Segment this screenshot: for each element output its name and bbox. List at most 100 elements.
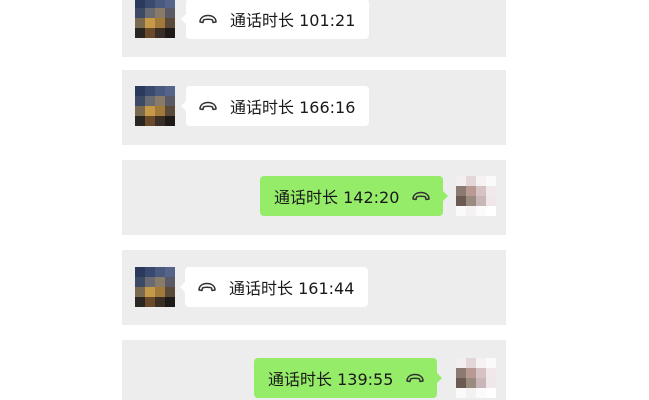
phone-hangup-icon — [199, 101, 217, 111]
avatar-mosaic-tile — [145, 86, 155, 96]
avatar-mosaic-tile — [135, 28, 145, 38]
call-duration-bubble[interactable]: 通话时长 166:16 — [180, 86, 370, 126]
avatar-mosaic-tile — [155, 116, 165, 126]
avatar-mosaic-tile — [155, 297, 165, 307]
avatar-mosaic-tile — [155, 18, 165, 28]
avatar-mosaic-tile — [165, 297, 175, 307]
message-row-incoming: 通话时长 166:16 — [122, 70, 506, 145]
avatar-mosaic-tile — [476, 388, 486, 398]
avatar-mosaic-tile — [476, 368, 486, 378]
avatar-mosaic-tile — [145, 277, 155, 287]
avatar-mosaic-tile — [456, 196, 466, 206]
message-row-outgoing: 通话时长 139:55 — [122, 340, 506, 400]
avatar-mosaic-tile — [135, 277, 145, 287]
avatar-mosaic-tile — [456, 206, 466, 216]
avatar-mosaic-tile — [486, 206, 496, 216]
avatar-mosaic-tile — [456, 368, 466, 378]
avatar-mosaic-tile — [155, 106, 165, 116]
avatar-mosaic-tile — [466, 368, 476, 378]
avatar-mosaic-tile — [165, 116, 175, 126]
avatar-mosaic-tile — [456, 176, 466, 186]
avatar-mosaic-tile — [466, 196, 476, 206]
avatar-mosaic-tile — [135, 0, 145, 8]
contact-avatar[interactable] — [135, 267, 175, 307]
call-duration-text: 通话时长 166:16 — [230, 98, 356, 117]
avatar-mosaic-tile — [135, 297, 145, 307]
avatar-mosaic-tile — [145, 8, 155, 18]
avatar-mosaic-tile — [135, 8, 145, 18]
call-duration-text: 通话时长 161:44 — [229, 279, 355, 298]
avatar-mosaic-tile — [476, 358, 486, 368]
avatar-mosaic-tile — [466, 388, 476, 398]
avatar-mosaic-tile — [155, 28, 165, 38]
call-duration-bubble[interactable]: 通话时长 161:44 — [179, 267, 369, 307]
avatar-mosaic-tile — [155, 8, 165, 18]
avatar-mosaic-tile — [476, 378, 486, 388]
avatar-mosaic-tile — [135, 267, 145, 277]
avatar-mosaic-tile — [466, 206, 476, 216]
avatar-mosaic-tile — [456, 358, 466, 368]
phone-hangup-icon — [406, 373, 425, 383]
avatar-mosaic-tile — [145, 267, 155, 277]
phone-hangup-icon — [412, 191, 431, 201]
avatar-mosaic-tile — [165, 18, 175, 28]
avatar-mosaic-tile — [476, 206, 486, 216]
avatar-mosaic-tile — [155, 287, 165, 297]
avatar-mosaic-tile — [466, 186, 476, 196]
user-avatar[interactable] — [456, 358, 496, 398]
avatar-mosaic-tile — [135, 106, 145, 116]
avatar-mosaic-tile — [155, 277, 165, 287]
avatar-mosaic-tile — [135, 116, 145, 126]
avatar-mosaic-tile — [456, 378, 466, 388]
phone-hangup-icon — [199, 14, 217, 24]
avatar-mosaic-tile — [145, 28, 155, 38]
avatar-mosaic-tile — [486, 368, 496, 378]
avatar-mosaic-tile — [155, 0, 165, 8]
avatar-mosaic-tile — [486, 358, 496, 368]
avatar-mosaic-tile — [456, 388, 466, 398]
avatar-mosaic-tile — [165, 287, 175, 297]
avatar-mosaic-tile — [145, 106, 155, 116]
avatar-mosaic-tile — [476, 176, 486, 186]
avatar-mosaic-tile — [476, 186, 486, 196]
avatar-mosaic-tile — [135, 287, 145, 297]
avatar-mosaic-tile — [135, 96, 145, 106]
avatar-mosaic-tile — [135, 18, 145, 28]
avatar-mosaic-tile — [466, 358, 476, 368]
contact-avatar[interactable] — [135, 0, 175, 38]
contact-avatar[interactable] — [135, 86, 175, 126]
avatar-mosaic-tile — [165, 0, 175, 8]
message-row-incoming: 通话时长 161:44 — [122, 250, 506, 325]
avatar-mosaic-tile — [165, 277, 175, 287]
avatar-mosaic-tile — [165, 8, 175, 18]
avatar-mosaic-tile — [486, 186, 496, 196]
avatar-mosaic-tile — [486, 378, 496, 388]
call-duration-text: 通话时长 142:20 — [274, 188, 400, 207]
call-duration-bubble[interactable]: 通话时长 139:55 — [254, 358, 443, 398]
avatar-mosaic-tile — [145, 18, 155, 28]
avatar-mosaic-tile — [145, 287, 155, 297]
avatar-mosaic-tile — [165, 267, 175, 277]
avatar-mosaic-tile — [486, 196, 496, 206]
call-duration-text: 通话时长 101:21 — [230, 11, 356, 30]
avatar-mosaic-tile — [476, 196, 486, 206]
avatar-mosaic-tile — [466, 378, 476, 388]
chat-screen: 通话时长 101:21 通话时长 166:16 通话时长 142:20 通话时长… — [0, 0, 649, 400]
avatar-mosaic-tile — [165, 96, 175, 106]
avatar-mosaic-tile — [466, 176, 476, 186]
avatar-mosaic-tile — [155, 267, 165, 277]
avatar-mosaic-tile — [155, 96, 165, 106]
call-duration-text: 通话时长 139:55 — [268, 370, 394, 389]
avatar-mosaic-tile — [145, 116, 155, 126]
avatar-mosaic-tile — [486, 176, 496, 186]
avatar-mosaic-tile — [456, 186, 466, 196]
avatar-mosaic-tile — [145, 96, 155, 106]
avatar-mosaic-tile — [486, 388, 496, 398]
avatar-mosaic-tile — [145, 0, 155, 8]
call-duration-bubble[interactable]: 通话时长 142:20 — [260, 176, 449, 216]
avatar-mosaic-tile — [135, 86, 145, 96]
call-duration-bubble[interactable]: 通话时长 101:21 — [180, 0, 370, 39]
user-avatar[interactable] — [456, 176, 496, 216]
message-row-outgoing: 通话时长 142:20 — [122, 160, 506, 235]
avatar-mosaic-tile — [145, 297, 155, 307]
